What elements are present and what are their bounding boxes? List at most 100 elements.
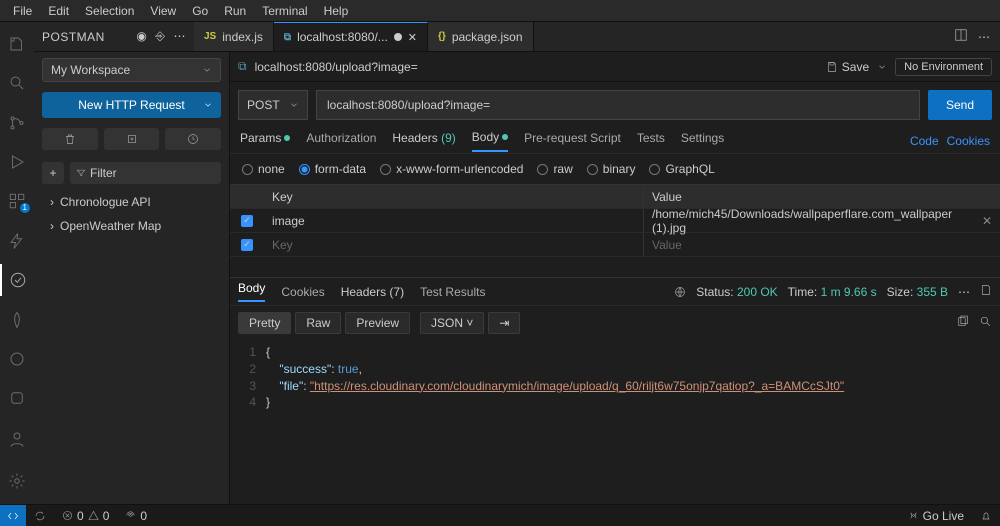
tab-settings[interactable]: Settings bbox=[681, 131, 724, 151]
history-icon[interactable] bbox=[165, 128, 221, 150]
save-response-icon[interactable] bbox=[980, 284, 992, 299]
radio-formdata[interactable]: form-data bbox=[299, 162, 366, 176]
method-label: POST bbox=[247, 98, 280, 112]
wrap-icon[interactable]: ⇥ bbox=[488, 312, 520, 334]
activity-scm[interactable] bbox=[0, 107, 34, 138]
time-badge: Time: 1 m 9.66 s bbox=[788, 285, 877, 299]
go-live[interactable]: Go Live bbox=[900, 509, 972, 523]
key-input[interactable]: Key bbox=[264, 233, 644, 256]
key-input[interactable]: image bbox=[264, 209, 644, 232]
new-request-button[interactable]: New HTTP Request bbox=[42, 92, 221, 118]
activity-debug[interactable] bbox=[0, 146, 34, 177]
chevron-down-icon[interactable] bbox=[877, 62, 887, 72]
checkbox[interactable]: ✓ bbox=[241, 239, 253, 251]
menu-edit[interactable]: Edit bbox=[41, 2, 76, 20]
split-editor-icon[interactable] bbox=[954, 28, 968, 45]
menu-selection[interactable]: Selection bbox=[78, 2, 141, 20]
tab-index-js[interactable]: JS index.js bbox=[194, 22, 274, 51]
table-row: ✓ image /home/mich45/Downloads/wallpaper… bbox=[230, 209, 1000, 233]
view-pretty[interactable]: Pretty bbox=[238, 312, 291, 334]
resp-tab-body[interactable]: Body bbox=[238, 281, 265, 302]
new-request-label: New HTTP Request bbox=[78, 98, 184, 112]
tab-body[interactable]: Body bbox=[472, 130, 508, 152]
activity-extensions[interactable]: 1 bbox=[0, 186, 34, 217]
menu-file[interactable]: File bbox=[6, 2, 39, 20]
more-actions-icon[interactable]: ⋯ bbox=[978, 30, 990, 44]
tab-prerequest[interactable]: Pre-request Script bbox=[524, 131, 621, 151]
radio-raw[interactable]: raw bbox=[537, 162, 572, 176]
close-icon[interactable]: ✕ bbox=[408, 31, 417, 44]
tab-auth[interactable]: Authorization bbox=[306, 131, 376, 151]
radio-binary[interactable]: binary bbox=[587, 162, 636, 176]
response-body[interactable]: 1{ 2 "success": true, 3 "file": "https:/… bbox=[230, 340, 1000, 415]
activity-explorer[interactable] bbox=[0, 28, 34, 59]
collection-item[interactable]: › OpenWeather Map bbox=[34, 214, 229, 238]
activity-postman[interactable] bbox=[0, 264, 34, 295]
copy-icon[interactable] bbox=[956, 315, 969, 331]
environment-select[interactable]: No Environment bbox=[895, 58, 992, 76]
import-icon[interactable] bbox=[104, 128, 160, 150]
ports[interactable]: 0 bbox=[117, 509, 155, 523]
radio-none[interactable]: none bbox=[242, 162, 285, 176]
view-preview[interactable]: Preview bbox=[345, 312, 410, 334]
add-button[interactable]: + bbox=[42, 162, 64, 184]
request-type-icon: ⧉ bbox=[238, 59, 247, 74]
value-input[interactable]: /home/mich45/Downloads/wallpaperflare.co… bbox=[644, 209, 1000, 232]
resp-tab-headers[interactable]: Headers (7) bbox=[341, 285, 404, 299]
status-bar: 0 0 0 Go Live bbox=[0, 504, 1000, 526]
menu-view[interactable]: View bbox=[143, 2, 183, 20]
activity-search[interactable] bbox=[0, 67, 34, 98]
menu-run[interactable]: Run bbox=[217, 2, 253, 20]
url-input[interactable]: localhost:8080/upload?image= bbox=[316, 90, 920, 120]
value-input[interactable]: Value bbox=[644, 233, 1000, 256]
activity-account[interactable] bbox=[0, 422, 34, 456]
collection-item[interactable]: › Chronologue API bbox=[34, 190, 229, 214]
search-icon[interactable] bbox=[979, 315, 992, 331]
activity-docker[interactable] bbox=[0, 343, 34, 374]
more-icon[interactable]: ⋯ bbox=[958, 285, 970, 299]
notifications-icon[interactable] bbox=[972, 510, 1000, 522]
more-icon[interactable]: ⋯ bbox=[174, 29, 187, 44]
menu-go[interactable]: Go bbox=[185, 2, 215, 20]
workspace-select[interactable]: My Workspace bbox=[42, 58, 221, 82]
sync-icon[interactable] bbox=[26, 510, 54, 522]
js-icon: JS bbox=[204, 31, 216, 42]
menu-terminal[interactable]: Terminal bbox=[255, 2, 314, 20]
activity-thunder[interactable] bbox=[0, 225, 34, 256]
view-raw[interactable]: Raw bbox=[295, 312, 341, 334]
method-select[interactable]: POST bbox=[238, 90, 308, 120]
radio-graphql[interactable]: GraphQL bbox=[649, 162, 714, 176]
tab-headers[interactable]: Headers (9) bbox=[392, 131, 455, 151]
tab-tests[interactable]: Tests bbox=[637, 131, 665, 151]
workspace-label: My Workspace bbox=[51, 63, 130, 77]
visibility-icon[interactable]: ◉ bbox=[136, 29, 147, 44]
filter-icon bbox=[76, 168, 86, 178]
chevron-right-icon: › bbox=[50, 219, 54, 233]
radio-urlencoded[interactable]: x-www-form-urlencoded bbox=[380, 162, 523, 176]
remote-button[interactable] bbox=[0, 505, 26, 526]
format-select[interactable]: JSON ˅ bbox=[420, 312, 484, 334]
tab-params[interactable]: Params bbox=[240, 131, 290, 151]
save-button[interactable]: Save bbox=[826, 60, 869, 74]
tab-request[interactable]: ⧉ localhost:8080/... ✕ bbox=[274, 22, 428, 51]
activity-other[interactable] bbox=[0, 383, 34, 414]
activity-mongo[interactable] bbox=[0, 304, 34, 335]
cookies-link[interactable]: Cookies bbox=[947, 134, 990, 148]
resp-tab-cookies[interactable]: Cookies bbox=[281, 285, 324, 299]
collection-label: Chronologue API bbox=[60, 195, 151, 209]
close-icon[interactable]: ✕ bbox=[982, 214, 992, 228]
problems[interactable]: 0 0 bbox=[54, 509, 117, 523]
resp-tab-testresults[interactable]: Test Results bbox=[420, 285, 485, 299]
checkbox[interactable]: ✓ bbox=[241, 215, 253, 227]
delete-icon[interactable] bbox=[42, 128, 98, 150]
send-button[interactable]: Send bbox=[928, 90, 992, 120]
link-icon[interactable]: ⎆ bbox=[155, 29, 165, 44]
activity-settings[interactable] bbox=[0, 464, 34, 498]
collection-label: OpenWeather Map bbox=[60, 219, 161, 233]
breadcrumb: localhost:8080/upload?image= bbox=[255, 60, 418, 74]
dirty-dot-icon bbox=[394, 33, 402, 41]
menu-help[interactable]: Help bbox=[317, 2, 356, 20]
tab-package-json[interactable]: {} package.json bbox=[428, 22, 534, 51]
filter-input[interactable]: Filter bbox=[70, 162, 221, 184]
code-link[interactable]: Code bbox=[910, 134, 939, 148]
